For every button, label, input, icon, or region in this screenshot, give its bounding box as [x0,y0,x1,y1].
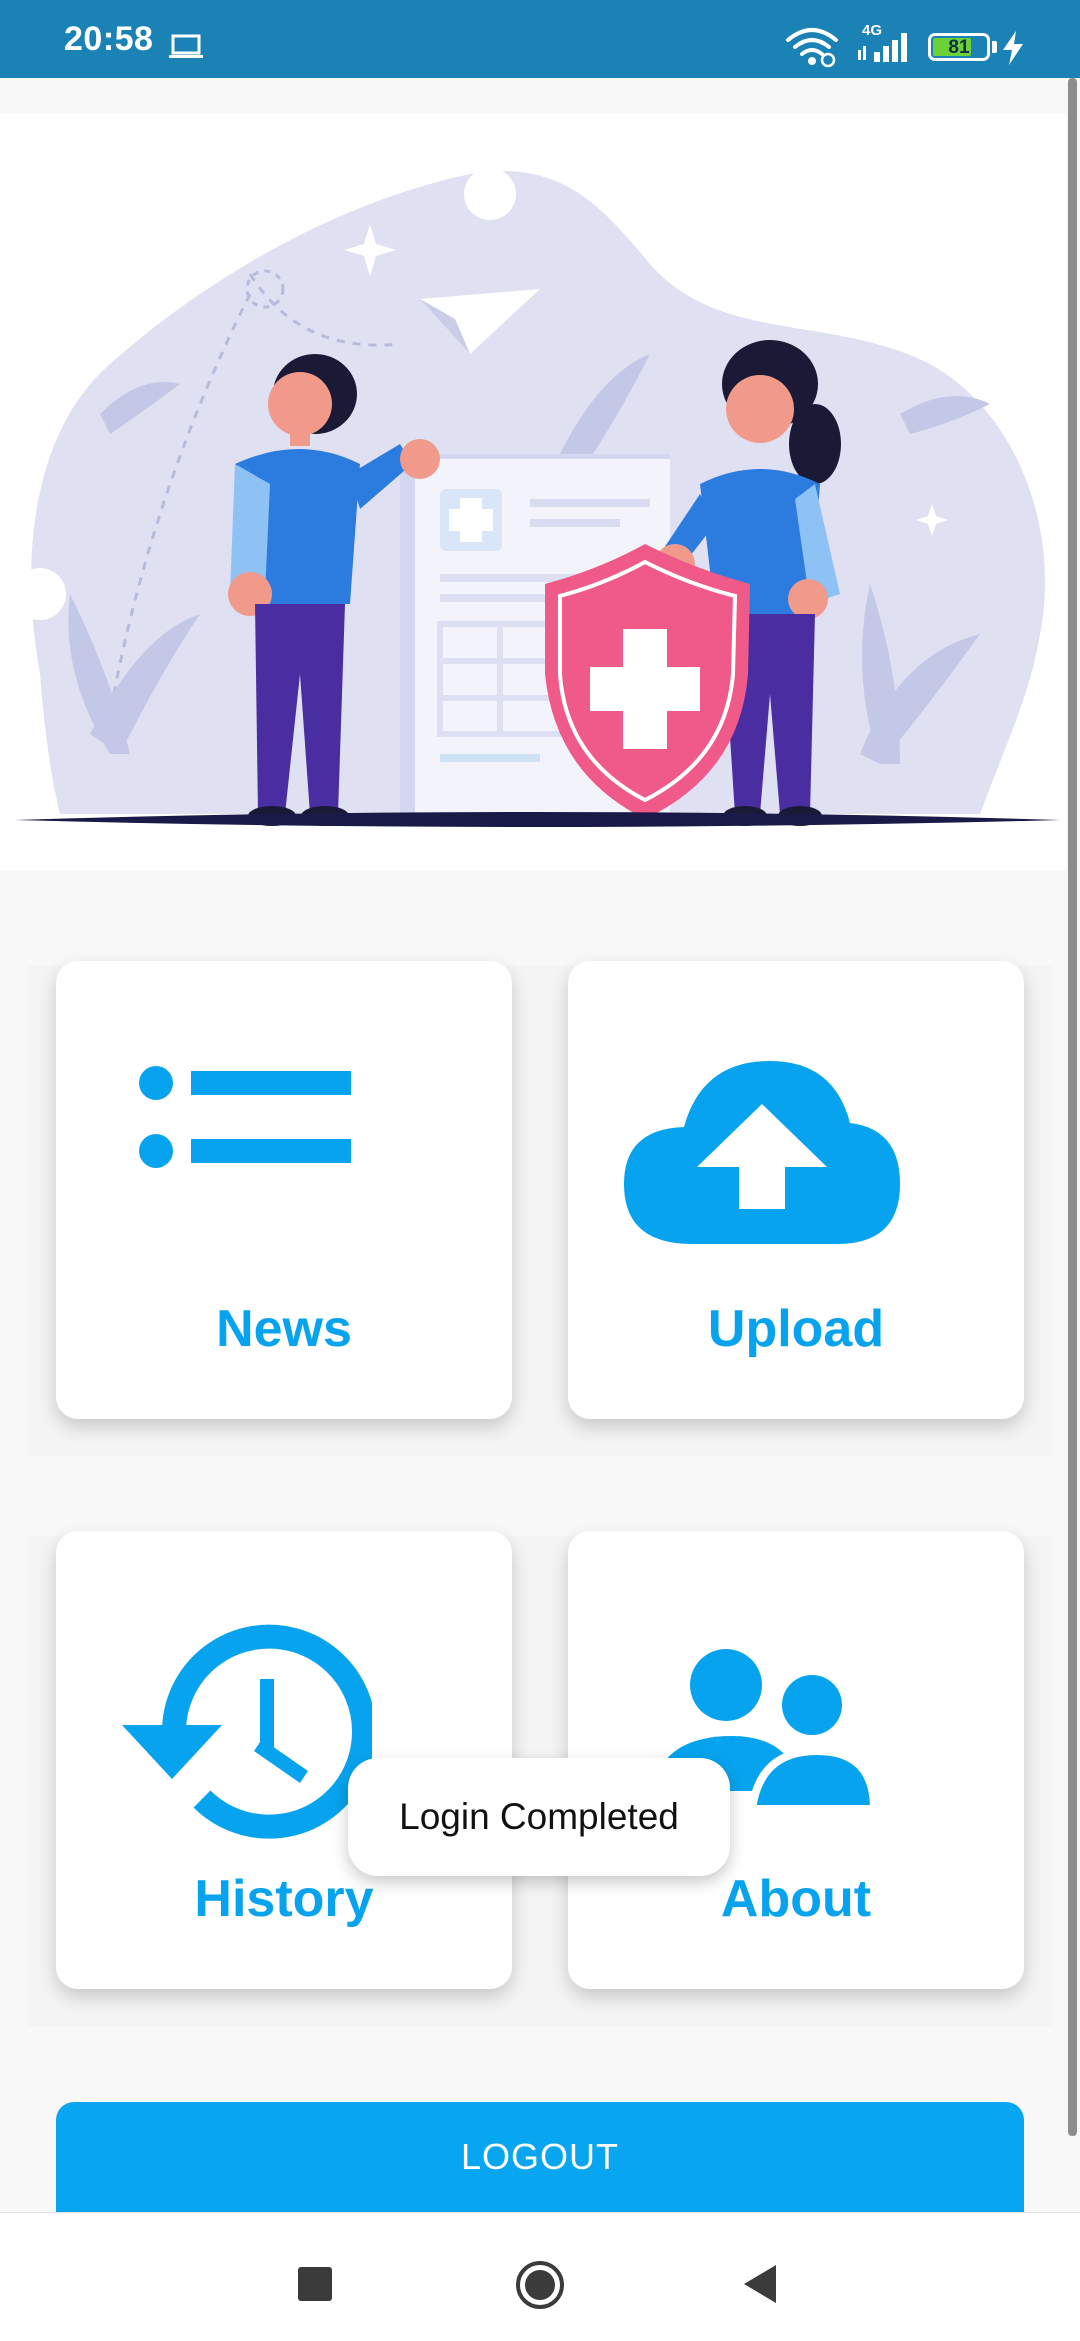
navigation-bar [0,2212,1080,2341]
upload-card[interactable]: Upload [568,961,1024,1419]
hero-illustration [0,114,1066,870]
about-label: About [720,1870,872,1928]
status-bar: 20:58 4G 81 [0,0,1080,78]
scrollbar[interactable] [1068,78,1077,2136]
login-toast: Login Completed [348,1758,730,1876]
history-icon [122,1624,372,1839]
news-card[interactable]: News [56,961,512,1419]
home-icon[interactable] [514,2259,566,2311]
health-insurance-illustration [14,168,1060,827]
logout-button[interactable]: LOGOUT [56,2102,1024,2212]
list-icon [139,1066,351,1168]
status-time: 20:58 [64,20,154,58]
battery-icon: 81 [928,33,990,61]
cloud-upload-icon [624,1061,900,1244]
news-label: News [216,1300,352,1358]
battery-level: 81 [948,37,970,58]
wifi-icon [786,28,838,68]
upload-label: Upload [707,1300,885,1358]
recents-icon[interactable] [298,2267,332,2301]
charging-bolt-icon [1003,31,1023,65]
laptop-icon [169,34,203,58]
back-icon[interactable] [742,2263,780,2305]
signal-icon [858,33,907,62]
history-label: History [194,1870,374,1928]
